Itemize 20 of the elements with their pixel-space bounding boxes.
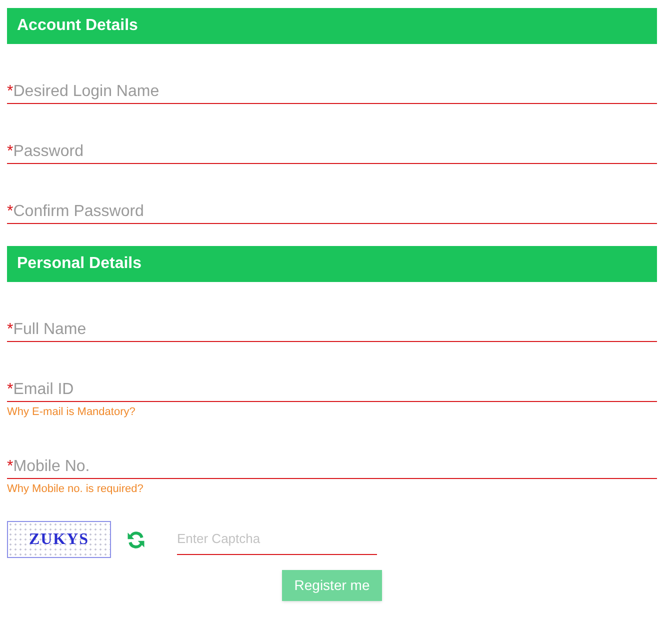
- refresh-icon[interactable]: [125, 528, 147, 550]
- required-asterisk: *: [7, 321, 14, 339]
- input-field[interactable]: Confirm Password: [13, 203, 657, 221]
- input-field[interactable]: Password: [13, 143, 657, 161]
- required-asterisk: *: [7, 458, 14, 476]
- input-field[interactable]: Email ID: [13, 381, 657, 399]
- section-header: Account Details: [7, 8, 657, 44]
- input-field[interactable]: Desired Login Name: [13, 83, 657, 101]
- captcha-field[interactable]: Enter Captcha: [177, 529, 377, 549]
- captcha-image: ZUKYS: [7, 521, 111, 558]
- required-asterisk: *: [7, 203, 14, 221]
- required-asterisk: *: [7, 143, 14, 161]
- register-button[interactable]: Register me: [282, 570, 382, 601]
- help-link[interactable]: Why E-mail is Mandatory?: [7, 405, 657, 419]
- required-asterisk: *: [7, 381, 14, 399]
- help-link[interactable]: Why Mobile no. is required?: [7, 482, 657, 496]
- input-field[interactable]: Full Name: [13, 321, 657, 339]
- section-header: Personal Details: [7, 246, 657, 282]
- input-field[interactable]: Mobile No.: [13, 458, 657, 476]
- required-asterisk: *: [7, 83, 14, 101]
